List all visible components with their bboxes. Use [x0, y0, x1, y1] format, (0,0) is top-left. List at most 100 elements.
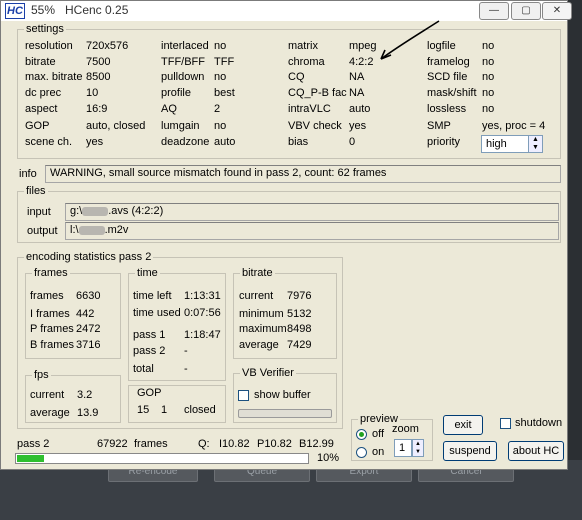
about-button[interactable]: about HC: [508, 441, 564, 461]
stat-label: average: [239, 339, 279, 351]
stat-label: minimum: [239, 308, 284, 320]
redacted-filename: [82, 206, 109, 216]
stat-value: 1:13:31: [184, 290, 221, 302]
encode-progress-bar: [15, 453, 309, 464]
time-legend: time: [137, 267, 158, 279]
redacted-filename: [78, 225, 105, 235]
priority-select[interactable]: high ▲ ▼: [481, 135, 543, 153]
preview-on-radio[interactable]: [356, 447, 367, 458]
stat-label: B frames: [30, 339, 75, 351]
setting-label: VBV check: [288, 120, 342, 132]
frames-legend: frames: [34, 267, 68, 279]
output-prefix: l:\: [70, 224, 79, 236]
zoom-label: zoom: [392, 423, 419, 435]
output-path-field: l:\ .m2v: [65, 222, 559, 240]
stat-label: time used: [133, 307, 181, 319]
setting-label: mask/shift: [427, 87, 477, 99]
setting-label: AQ: [161, 103, 177, 115]
spin-up-icon[interactable]: ▲: [413, 440, 423, 448]
stat-label: average: [30, 407, 70, 419]
shutdown-checkbox[interactable]: [500, 418, 511, 429]
q-p-value: P10.82: [257, 438, 292, 450]
setting-label: dc prec: [25, 87, 62, 99]
setting-value: 720x576: [86, 40, 129, 52]
pass-label: pass 2: [17, 438, 50, 450]
vb-verifier-legend: VB Verifier: [242, 367, 294, 379]
setting-value: auto, closed: [86, 120, 146, 132]
setting-value: no: [482, 40, 495, 52]
zoom-select[interactable]: 1: [394, 439, 412, 457]
setting-label: intraVLC: [288, 103, 331, 115]
setting-label: SCD file: [427, 71, 468, 83]
stat-label: current: [239, 290, 274, 302]
encode-progress-fill: [17, 455, 45, 462]
preview-off-label: off: [372, 428, 385, 440]
setting-value: yes: [349, 120, 367, 132]
stat-value: 3716: [76, 339, 101, 351]
setting-value: no: [214, 40, 227, 52]
output-label: output: [27, 225, 58, 237]
frames-count: 67922: [97, 438, 128, 450]
show-buffer-checkbox[interactable]: [238, 390, 249, 401]
zoom-value: 1: [399, 442, 406, 454]
stat-value: 0:07:56: [184, 307, 221, 319]
setting-value: NA: [349, 87, 365, 99]
title-bar[interactable]: HC 55% HCenc 0.25 — ▢ ✕: [1, 1, 572, 21]
stat-label: maximum: [239, 323, 287, 335]
stat-value: 8498: [287, 323, 312, 335]
maximize-button[interactable]: ▢: [511, 2, 541, 20]
stat-label: pass 2: [133, 345, 166, 357]
setting-label: TFF/BFF: [161, 56, 205, 68]
preview-off-radio[interactable]: [356, 429, 367, 440]
stat-label: pass 1: [133, 329, 166, 341]
input-path-field: g:\ .avs (4:2:2): [65, 203, 559, 221]
stat-value: 5132: [287, 308, 312, 320]
input-suffix: .avs (4:2:2): [108, 205, 164, 217]
stat-label: total: [133, 363, 154, 375]
setting-value: auto: [214, 136, 236, 148]
setting-value: no: [482, 56, 495, 68]
setting-label: priority: [427, 136, 461, 148]
setting-label: CQ: [288, 71, 305, 83]
stat-value: 13.9: [77, 407, 99, 419]
spin-down-icon[interactable]: ▼: [413, 448, 423, 456]
setting-label: SMP: [427, 120, 451, 132]
close-button[interactable]: ✕: [542, 2, 572, 20]
zoom-spinner[interactable]: ▲ ▼: [412, 439, 424, 457]
gop-value: 1: [161, 404, 168, 416]
setting-value: no: [482, 103, 495, 115]
frames-label: frames: [134, 438, 168, 450]
setting-label: framelog: [427, 56, 470, 68]
stat-label: current: [30, 389, 65, 401]
setting-value: 0: [349, 136, 356, 148]
setting-value: yes, proc = 4: [482, 120, 546, 132]
setting-value: 7500: [86, 56, 111, 68]
stat-value: 6630: [76, 290, 101, 302]
hcenc-window: HC 55% HCenc 0.25 — ▢ ✕ settings resolut…: [0, 0, 572, 470]
stat-value: 7429: [287, 339, 312, 351]
setting-label: max. bitrate: [25, 71, 83, 83]
stat-label: frames: [30, 290, 64, 302]
setting-label: chroma: [288, 56, 325, 68]
stat-label: P frames: [30, 323, 74, 335]
gop-value: closed: [184, 404, 216, 416]
stat-value: 2472: [76, 323, 101, 335]
setting-label: lossless: [427, 103, 467, 115]
setting-label: resolution: [25, 40, 73, 52]
spin-down-icon[interactable]: ▼: [528, 144, 542, 152]
input-label: input: [27, 206, 51, 218]
setting-label: profile: [161, 87, 191, 99]
setting-label: CQ_P-B fac: [288, 87, 347, 99]
suspend-button[interactable]: suspend: [443, 441, 497, 461]
buffer-level-bar: [238, 409, 332, 418]
stat-label: I frames: [30, 308, 70, 320]
minimize-button[interactable]: —: [479, 2, 509, 20]
setting-label: deadzone: [161, 136, 210, 148]
exit-button[interactable]: exit: [443, 415, 483, 435]
info-label: info: [19, 168, 37, 180]
progress-percent: 10%: [317, 452, 340, 464]
setting-value: no: [214, 71, 227, 83]
settings-legend: settings: [26, 23, 64, 35]
setting-value: yes: [86, 136, 104, 148]
output-suffix: .m2v: [104, 224, 129, 236]
